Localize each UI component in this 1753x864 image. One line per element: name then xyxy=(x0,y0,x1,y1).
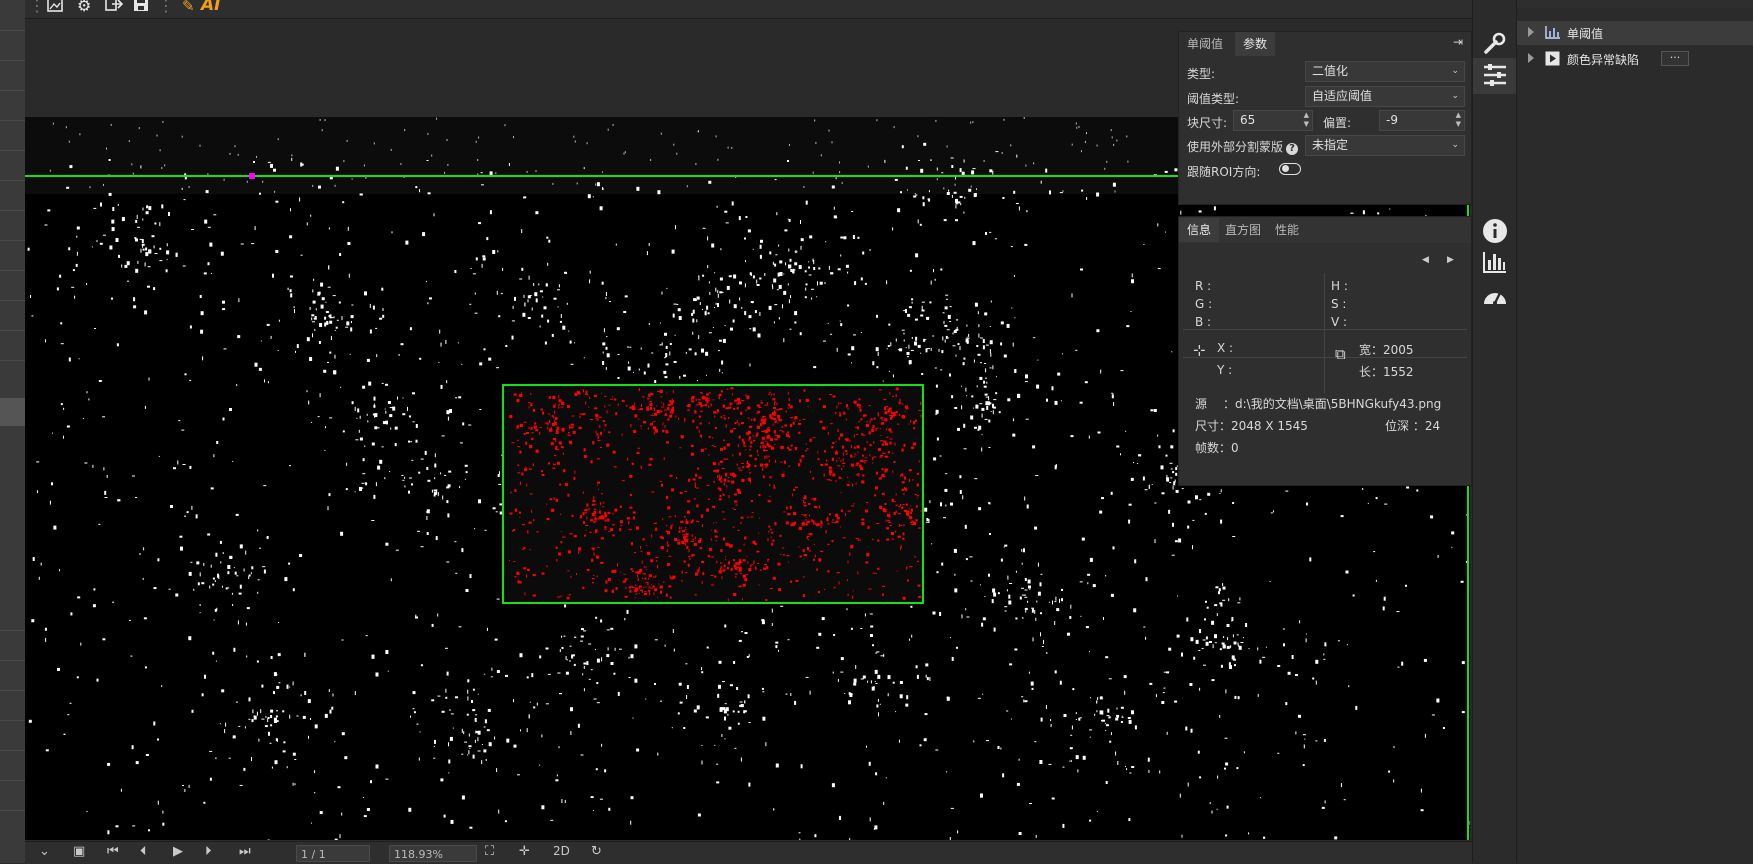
offset-input[interactable]: -9 ▲ ▼ xyxy=(1379,110,1465,131)
length-label: 长：1552 xyxy=(1359,365,1414,379)
block-size-label: 块尺寸: xyxy=(1187,116,1228,130)
s-label: S : xyxy=(1331,297,1347,311)
gear-icon[interactable]: ⚙ xyxy=(77,0,91,16)
tab-histogram[interactable]: 直方图 xyxy=(1217,218,1269,242)
tree-item-single-threshold[interactable]: 单阈值 xyxy=(1517,21,1753,45)
offset-value: -9 xyxy=(1386,113,1398,127)
play-icon[interactable]: ▶ xyxy=(173,844,183,859)
next-arrow-icon[interactable]: ▶ xyxy=(1447,255,1454,265)
left-panel-selected-row[interactable] xyxy=(0,398,25,426)
tree-item-color-defect[interactable]: 颜色异常缺陷 ··· xyxy=(1517,47,1753,71)
crosshair-icon[interactable]: ✛ xyxy=(519,844,530,859)
width-label: 宽：2005 xyxy=(1359,343,1414,357)
follow-roi-toggle[interactable] xyxy=(1279,163,1301,175)
chevron-down-icon: ⌄ xyxy=(1451,91,1459,101)
dimensions-icon: ⧉ xyxy=(1335,345,1346,363)
toolbar-grip-icon: ⋮ xyxy=(29,0,45,15)
threshold-type-label: 阈值类型: xyxy=(1187,92,1240,106)
mode-2d-button[interactable]: 2D xyxy=(553,844,570,858)
b-label: B : xyxy=(1195,315,1212,329)
source-label: 源 xyxy=(1195,397,1208,411)
external-mask-value: 未指定 xyxy=(1312,138,1349,152)
g-label: G : xyxy=(1195,297,1213,311)
last-frame-icon[interactable]: ⏭ xyxy=(239,844,251,859)
v-label: V : xyxy=(1331,315,1348,329)
histogram-icon xyxy=(1545,25,1561,42)
first-frame-icon[interactable]: ⏮ xyxy=(107,844,119,859)
expand-arrow-icon[interactable] xyxy=(1528,53,1534,63)
ai-tool-icon[interactable]: ✎ xyxy=(182,0,195,16)
external-mask-label-wrap: 使用外部分割蒙版? xyxy=(1187,138,1299,155)
frames-value: 帧数：0 xyxy=(1195,441,1239,455)
follow-roi-label: 跟随ROI方向: xyxy=(1187,165,1261,179)
wrench-icon[interactable] xyxy=(1473,30,1517,61)
tab-params[interactable]: 参数 xyxy=(1235,32,1276,56)
fit-screen-icon[interactable]: ⛶ xyxy=(485,844,494,859)
info-icon[interactable] xyxy=(1473,218,1517,249)
ai-label[interactable]: AI xyxy=(201,0,220,15)
histogram-icon[interactable] xyxy=(1473,250,1517,279)
params-panel: 单阈值 参数 ⇥ 类型: 二值化 ⌄ 阈值类型: 自适应阈值 ⌄ 块尺寸: 65 ▲ ▼… xyxy=(1178,31,1472,205)
more-options-button[interactable]: ··· xyxy=(1661,51,1689,66)
chevron-down-icon: ⌄ xyxy=(1451,66,1459,76)
source-value: ：d:\我的文档\桌面\5BHNGkufy43.png xyxy=(1223,397,1442,411)
chevron-down-icon: ⌄ xyxy=(1451,140,1459,150)
page-field[interactable]: 1 / 1 xyxy=(296,845,370,862)
tree-item-label: 颜色异常缺陷 xyxy=(1567,53,1640,67)
right-icon-column xyxy=(1472,0,1517,863)
sliders-icon[interactable] xyxy=(1473,63,1517,92)
tab-single-threshold[interactable]: 单阈值 xyxy=(1179,32,1231,56)
roi-handle-marker[interactable] xyxy=(249,173,255,179)
threshold-type-value: 自适应阈值 xyxy=(1312,89,1373,103)
bitdepth-value: 位深 ：24 xyxy=(1385,419,1441,433)
external-mask-select[interactable]: 未指定 ⌄ xyxy=(1305,135,1465,156)
tab-info[interactable]: 信息 xyxy=(1179,218,1220,242)
help-icon[interactable]: ? xyxy=(1286,143,1299,155)
left-panel-strip xyxy=(0,0,26,863)
pin-icon[interactable]: ⇥ xyxy=(1453,35,1463,49)
zoom-field[interactable]: 118.93% xyxy=(389,845,477,862)
type-select[interactable]: 二值化 ⌄ xyxy=(1305,61,1465,82)
offset-label: 偏置: xyxy=(1323,116,1352,130)
tab-performance[interactable]: 性能 xyxy=(1267,218,1307,242)
export-icon[interactable] xyxy=(105,0,124,17)
collapse-icon[interactable]: ⌄ xyxy=(39,844,50,859)
image-export-icon[interactable] xyxy=(47,0,65,17)
h-label: H : xyxy=(1331,279,1348,293)
r-label: R : xyxy=(1195,279,1212,293)
coordinate-icon: ⊹ xyxy=(1193,341,1206,359)
size-value: 尺寸：2048 X 1545 xyxy=(1195,419,1308,433)
spinner-icon[interactable]: ▲ ▼ xyxy=(1304,111,1309,129)
external-mask-label: 使用外部分割蒙版 xyxy=(1187,140,1284,154)
block-size-value: 65 xyxy=(1240,113,1256,127)
info-panel: 信息 直方图 性能 ◀ ▶ R : G : B : H : S : V : ⊹ … xyxy=(1178,216,1472,486)
toolbar-separator-icon: ⋮ xyxy=(158,0,174,15)
type-label: 类型: xyxy=(1187,67,1216,81)
spinner-icon[interactable]: ▲ ▼ xyxy=(1456,111,1461,129)
save-icon[interactable] xyxy=(133,0,149,17)
image-icon[interactable]: ▣ xyxy=(73,844,85,859)
prev-frame-icon[interactable]: ⏴ xyxy=(140,844,147,859)
x-label: X : xyxy=(1217,341,1234,355)
play-box-icon xyxy=(1545,51,1560,69)
speedometer-icon[interactable] xyxy=(1473,284,1517,313)
block-size-input[interactable]: 65 ▲ ▼ xyxy=(1233,110,1313,131)
threshold-type-select[interactable]: 自适应阈值 ⌄ xyxy=(1305,86,1465,107)
tree-item-label: 单阈值 xyxy=(1567,27,1604,41)
bottom-toolbar: ⌄ ▣ ⏮ ⏴ ▶ ⏵ ⏭ 1 / 1 118.93% ⛶ ✛ 2D ↻ xyxy=(25,841,1472,864)
prev-arrow-icon[interactable]: ◀ xyxy=(1422,255,1429,265)
rotate-icon[interactable]: ↻ xyxy=(591,844,602,859)
result-tree-panel: 单阈值 颜色异常缺陷 ··· xyxy=(1516,0,1753,863)
next-frame-icon[interactable]: ⏵ xyxy=(205,844,212,859)
top-toolbar: ⋮ ⚙ ⋮ ✎ AI xyxy=(25,0,1472,19)
type-select-value: 二值化 xyxy=(1312,64,1349,78)
y-label: Y : xyxy=(1217,363,1233,377)
expand-arrow-icon[interactable] xyxy=(1528,27,1534,37)
